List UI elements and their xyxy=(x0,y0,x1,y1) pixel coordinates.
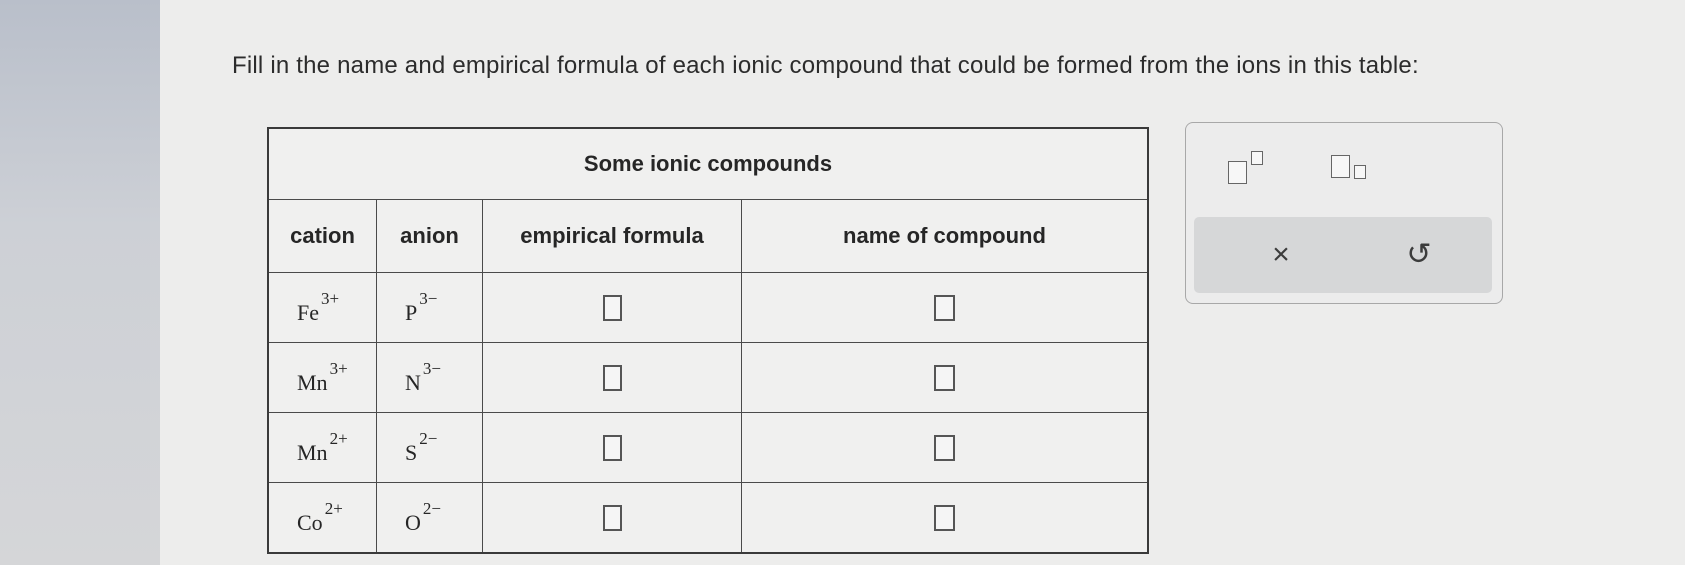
cation-charge: 3+ xyxy=(321,289,340,308)
formula-input-box[interactable] xyxy=(602,504,622,531)
cation-symbol: Mn xyxy=(297,440,328,465)
name-input-box[interactable] xyxy=(934,364,955,391)
undo-button[interactable]: ↺ xyxy=(1394,235,1444,275)
anion-cell: N3− xyxy=(376,342,483,413)
table-caption: Some ionic compounds xyxy=(267,127,1149,200)
name-cell[interactable] xyxy=(741,412,1149,483)
cation-symbol: Co xyxy=(297,510,323,535)
undo-icon: ↺ xyxy=(1406,238,1432,271)
table-row: Fe3+ P3− xyxy=(267,272,1149,343)
formula-cell[interactable] xyxy=(482,342,742,413)
anion-charge: 3− xyxy=(422,359,441,378)
anion-cell: P3− xyxy=(376,272,483,343)
header-empirical-formula: empirical formula xyxy=(482,199,742,273)
anion-cell: S2− xyxy=(376,412,483,483)
name-input-box[interactable] xyxy=(934,294,955,321)
anion-symbol: S xyxy=(405,440,418,465)
subscript-base-icon xyxy=(1331,155,1350,178)
formula-cell[interactable] xyxy=(482,412,742,483)
superscript-exponent-icon xyxy=(1251,151,1263,165)
cation-cell: Fe3+ xyxy=(267,272,377,343)
subscript-button[interactable] xyxy=(1321,149,1381,189)
cation-cell: Mn2+ xyxy=(267,412,377,483)
anion-symbol: P xyxy=(405,300,418,325)
formula-cell[interactable] xyxy=(482,482,742,554)
name-cell[interactable] xyxy=(741,342,1149,413)
header-name-of-compound: name of compound xyxy=(741,199,1149,273)
formula-cell[interactable] xyxy=(482,272,742,343)
anion-charge: 3− xyxy=(419,289,438,308)
table-row: Co2+ O2− xyxy=(267,482,1149,554)
cation-symbol: Fe xyxy=(297,300,319,325)
anion-symbol: O xyxy=(405,510,421,535)
anion-charge: 2− xyxy=(419,429,438,448)
left-background xyxy=(0,0,165,565)
name-input-box[interactable] xyxy=(934,434,955,461)
header-anion: anion xyxy=(376,199,483,273)
ionic-compounds-table: Some ionic compounds cation anion empiri… xyxy=(267,127,1149,554)
cation-charge: 2+ xyxy=(324,499,343,518)
table-row: Mn2+ S2− xyxy=(267,412,1149,483)
clear-button[interactable]: × xyxy=(1256,235,1306,275)
close-icon: × xyxy=(1272,238,1290,271)
formula-input-box[interactable] xyxy=(602,294,622,321)
anion-charge: 2− xyxy=(422,499,441,518)
name-cell[interactable] xyxy=(741,272,1149,343)
superscript-button[interactable] xyxy=(1218,149,1278,189)
subscript-index-icon xyxy=(1354,165,1366,179)
action-bar: × ↺ xyxy=(1194,217,1492,293)
cation-charge: 2+ xyxy=(329,429,348,448)
table-row: Mn3+ N3− xyxy=(267,342,1149,413)
instruction-text: Fill in the name and empirical formula o… xyxy=(232,52,1419,79)
header-cation: cation xyxy=(267,199,377,273)
cation-charge: 3+ xyxy=(329,359,348,378)
template-buttons-row xyxy=(1186,149,1502,189)
cation-cell: Co2+ xyxy=(267,482,377,554)
formula-input-box[interactable] xyxy=(602,434,622,461)
name-cell[interactable] xyxy=(741,482,1149,554)
superscript-base-icon xyxy=(1228,161,1247,184)
math-toolbox: × ↺ xyxy=(1185,122,1503,304)
cation-symbol: Mn xyxy=(297,370,328,395)
cation-cell: Mn3+ xyxy=(267,342,377,413)
formula-input-box[interactable] xyxy=(602,364,622,391)
name-input-box[interactable] xyxy=(934,504,955,531)
anion-symbol: N xyxy=(405,370,421,395)
anion-cell: O2− xyxy=(376,482,483,554)
